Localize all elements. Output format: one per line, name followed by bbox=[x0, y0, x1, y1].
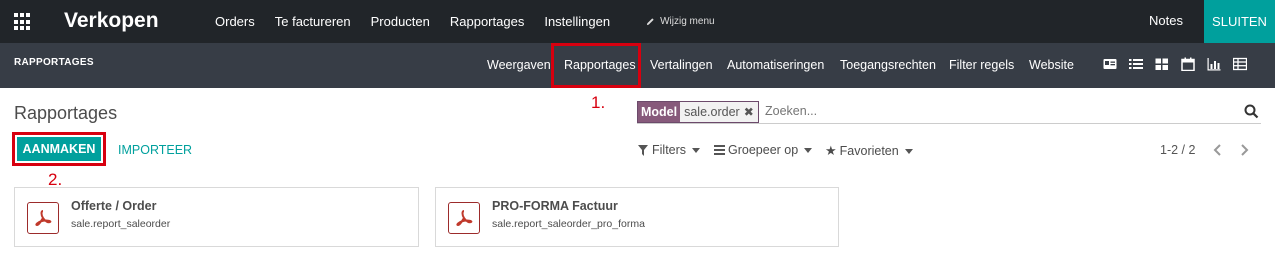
facet-label: Model bbox=[638, 102, 681, 122]
menu-reporting[interactable]: Rapportages bbox=[450, 14, 524, 29]
edit-menu-label: Wijzig menu bbox=[660, 16, 715, 27]
contact-card-icon[interactable] bbox=[1103, 57, 1117, 71]
pdf-icon bbox=[448, 202, 480, 234]
chevron-down-icon bbox=[804, 147, 813, 153]
import-button[interactable]: IMPORTEER bbox=[118, 143, 192, 157]
annotation-number-one: 1. bbox=[591, 93, 606, 112]
nav-views[interactable]: Weergaven bbox=[487, 58, 551, 72]
star-icon: ★ bbox=[825, 143, 837, 158]
create-button-highlight: AANMAKEN bbox=[12, 132, 106, 166]
main-menu: Orders Te factureren Producten Rapportag… bbox=[215, 0, 715, 43]
annotation-box-reports bbox=[551, 43, 641, 88]
pdf-icon bbox=[27, 202, 59, 234]
filters-dropdown[interactable]: Filters bbox=[638, 143, 701, 157]
group-by-label: Groepeer op bbox=[728, 143, 799, 157]
kanban-record[interactable]: Offerte / Order sale.report_saleorder bbox=[14, 187, 419, 247]
favorites-label: Favorieten bbox=[839, 144, 899, 158]
remove-facet-icon[interactable]: ✖ bbox=[744, 102, 754, 122]
chevron-right-icon[interactable] bbox=[1239, 143, 1249, 157]
nav-website[interactable]: Website bbox=[1029, 58, 1074, 72]
bars-icon bbox=[714, 145, 725, 155]
main-navbar: Verkopen Orders Te factureren Producten … bbox=[0, 0, 1275, 43]
kanban-record[interactable]: PRO-FORMA Factuur sale.report_saleorder_… bbox=[435, 187, 839, 247]
close-button[interactable]: SLUITEN bbox=[1204, 0, 1275, 43]
search-input[interactable] bbox=[765, 101, 1235, 121]
pager-value[interactable]: 1-2 / 2 bbox=[1160, 143, 1195, 157]
menu-products[interactable]: Producten bbox=[371, 14, 430, 29]
app-name[interactable]: Verkopen bbox=[64, 9, 159, 33]
nav-access-rights[interactable]: Toegangsrechten bbox=[840, 58, 936, 72]
calendar-icon[interactable] bbox=[1181, 57, 1195, 71]
nav-filter-rules[interactable]: Filter regels bbox=[949, 58, 1014, 72]
pivot-icon[interactable] bbox=[1233, 57, 1247, 71]
kanban-icon[interactable] bbox=[1155, 57, 1169, 71]
page-title: Rapportages bbox=[14, 103, 118, 123]
view-switcher bbox=[1103, 57, 1259, 71]
chevron-down-icon bbox=[692, 147, 701, 153]
chevron-left-icon[interactable] bbox=[1213, 143, 1223, 157]
nav-translations[interactable]: Vertalingen bbox=[650, 58, 713, 72]
edit-menu-link[interactable]: Wijzig menu bbox=[646, 16, 715, 27]
favorites-dropdown[interactable]: ★ Favorieten bbox=[825, 143, 913, 159]
search-bar: Model sale.order ✖ bbox=[637, 101, 1261, 124]
record-name: PRO-FORMA Factuur bbox=[492, 199, 618, 213]
graph-icon[interactable] bbox=[1207, 57, 1221, 71]
chevron-down-icon bbox=[904, 148, 913, 154]
search-facet: Model sale.order ✖ bbox=[637, 101, 759, 123]
list-icon[interactable] bbox=[1129, 57, 1143, 71]
menu-configuration[interactable]: Instellingen bbox=[544, 14, 610, 29]
notes-link[interactable]: Notes bbox=[1149, 13, 1183, 28]
filters-label: Filters bbox=[652, 143, 687, 157]
menu-to-invoice[interactable]: Te factureren bbox=[275, 14, 351, 29]
record-name: Offerte / Order bbox=[71, 199, 157, 213]
pencil-icon bbox=[647, 18, 654, 26]
search-icon[interactable] bbox=[1244, 104, 1259, 119]
group-by-dropdown[interactable]: Groepeer op bbox=[714, 143, 813, 157]
record-report-name: sale.report_saleorder_pro_forma bbox=[492, 218, 645, 230]
filter-icon bbox=[638, 144, 648, 156]
apps-grid-icon[interactable] bbox=[14, 13, 32, 31]
facet-value-text: sale.order bbox=[684, 105, 740, 119]
record-report-name: sale.report_saleorder bbox=[71, 218, 171, 230]
menu-orders[interactable]: Orders bbox=[215, 14, 255, 29]
create-button[interactable]: AANMAKEN bbox=[17, 137, 101, 161]
facet-value: sale.order ✖ bbox=[680, 102, 758, 122]
nav-automations[interactable]: Automatiseringen bbox=[727, 58, 824, 72]
